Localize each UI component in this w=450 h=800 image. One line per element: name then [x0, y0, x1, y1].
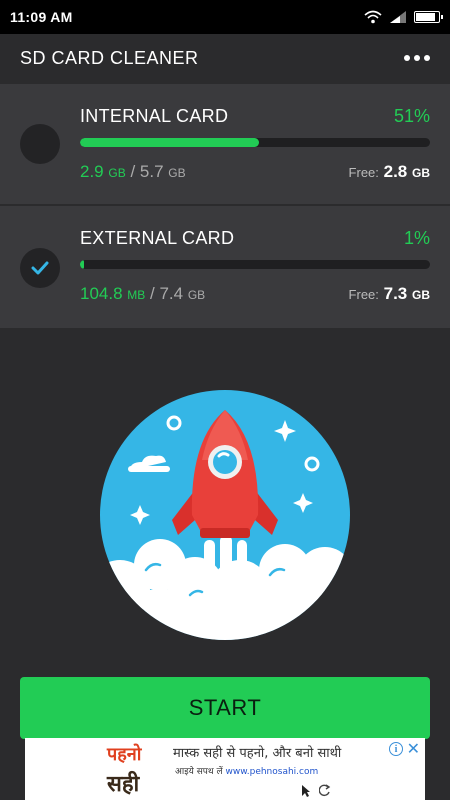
- external-used-value: 104.8 MB: [80, 284, 146, 303]
- ad-banner[interactable]: पहनो सही मास्क सही से पहनो, और बनो साथी …: [25, 738, 425, 800]
- checkmark-icon: [31, 261, 49, 275]
- internal-card[interactable]: INTERNAL CARD 51% 2.9 GB / 5.7 GB Free: …: [0, 84, 450, 204]
- status-icons: [364, 10, 443, 24]
- ad-subline: आइये सपथ लें www.pehnosahi.com: [175, 767, 319, 777]
- internal-used-value: 2.9 GB: [80, 162, 126, 181]
- external-free-text: Free: 7.3 GB: [348, 284, 430, 303]
- signal-icon: [390, 11, 406, 23]
- external-card-name: EXTERNAL CARD: [80, 228, 235, 248]
- start-button[interactable]: START: [20, 677, 430, 739]
- status-bar: 11:09 AM: [0, 0, 450, 34]
- cursor-icon: [302, 785, 310, 797]
- internal-usage-bar: [80, 138, 430, 147]
- ad-info-icon[interactable]: i: [389, 742, 403, 756]
- dot-icon: [424, 55, 430, 61]
- ad-logo-text-bottom: सही: [107, 772, 140, 797]
- app-title: SD CARD CLEANER: [20, 47, 199, 68]
- overflow-menu-button[interactable]: [404, 47, 430, 69]
- external-usage-bar-fill: [80, 260, 84, 269]
- ad-url-link[interactable]: www.pehnosahi.com: [225, 767, 318, 777]
- status-time: 11:09 AM: [10, 9, 73, 25]
- internal-card-name: INTERNAL CARD: [80, 106, 229, 126]
- rocket-illustration: [100, 390, 350, 640]
- internal-usage-text: 2.9 GB / 5.7 GB: [80, 162, 186, 181]
- ad-headline: मास्क सही से पहनो, और बनो साथी: [173, 746, 342, 761]
- ad-logo-text-top: पहनो: [107, 744, 142, 765]
- dot-icon: [404, 55, 410, 61]
- dot-icon: [414, 55, 420, 61]
- wifi-icon: [364, 10, 382, 24]
- battery-icon: [414, 11, 443, 23]
- external-usage-text: 104.8 MB / 7.4 GB: [80, 284, 206, 303]
- internal-free-text: Free: 2.8 GB: [348, 162, 430, 181]
- external-usage-bar: [80, 260, 430, 269]
- internal-card-percent: 51%: [393, 106, 430, 126]
- internal-total-value: 5.7 GB: [139, 162, 186, 181]
- reload-icon: [319, 784, 331, 797]
- external-card-select-toggle[interactable]: [20, 248, 60, 288]
- external-card-percent: 1%: [403, 228, 430, 248]
- internal-usage-bar-fill: [80, 138, 259, 147]
- external-total-value: 7.4 GB: [159, 284, 206, 303]
- app-bar: SD CARD CLEANER: [0, 34, 450, 82]
- external-card[interactable]: EXTERNAL CARD 1% 104.8 MB / 7.4 GB Free:…: [0, 206, 450, 328]
- internal-card-select-toggle[interactable]: [20, 124, 60, 164]
- ad-close-icon[interactable]: ✕: [407, 739, 420, 759]
